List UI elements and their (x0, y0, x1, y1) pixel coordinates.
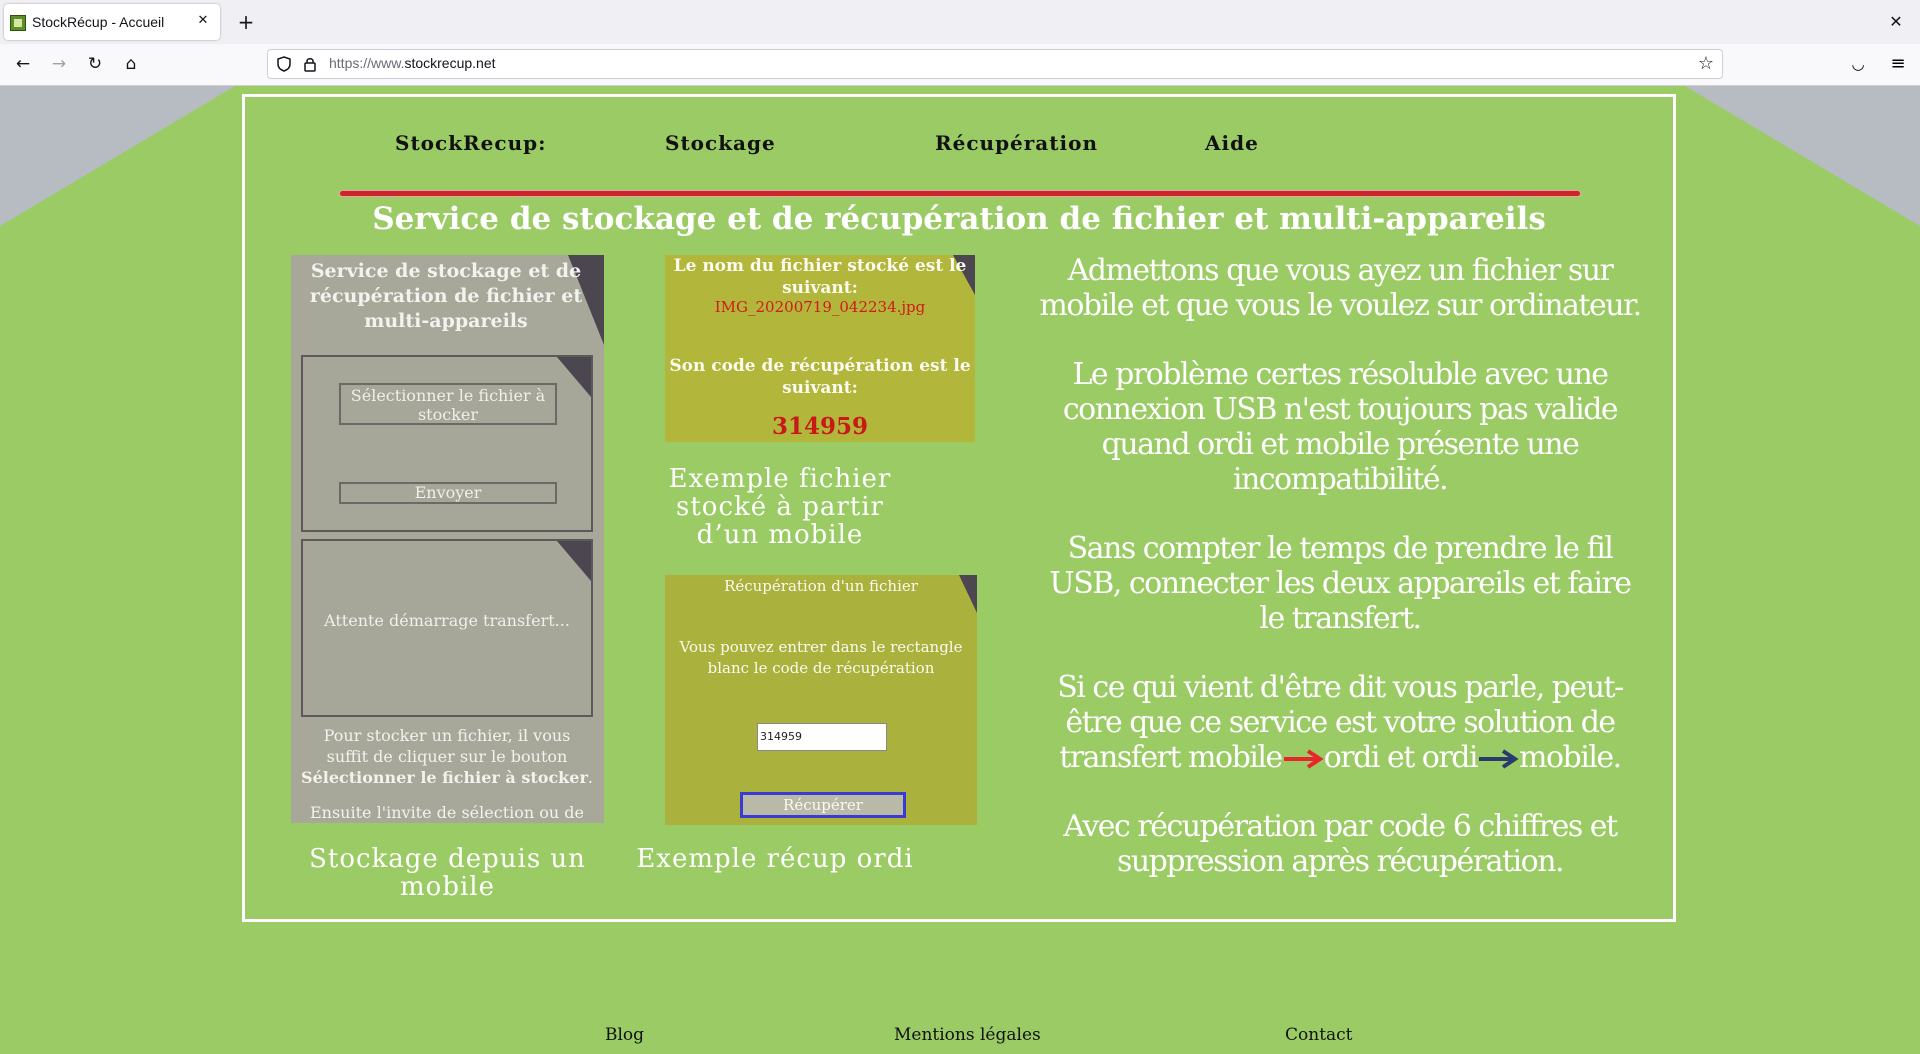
explanation-text: Admettons que vous ayez un fichier sur m… (1035, 253, 1645, 913)
new-tab-icon[interactable]: + (232, 8, 260, 36)
url-prefix: https://www. (329, 55, 405, 71)
explain-paragraph-3: Sans compter le temps de prendre le fil … (1049, 531, 1632, 636)
mobile-transfer-box: Attente démarrage transfert... (301, 539, 593, 717)
bookmark-star-icon[interactable]: ☆ (1698, 53, 1714, 74)
background-corner-left (0, 86, 235, 226)
header-divider (340, 191, 1580, 196)
shield-icon[interactable] (277, 56, 291, 72)
url-text: https://www.stockrecup.net (329, 55, 496, 71)
window-close-icon[interactable]: ✕ (1882, 8, 1910, 36)
explain-paragraph-1: Admettons que vous ayez un fichier sur m… (1039, 253, 1642, 323)
page-content: StockRecup: Stockage Récupération Aide S… (0, 86, 1920, 1054)
main-frame: StockRecup: Stockage Récupération Aide S… (242, 94, 1676, 922)
caption-stored-example: Exemple fichier stocké à partir d’un mob… (668, 464, 892, 550)
explain-paragraph-4: Si ce qui vient d'être dit vous parle, p… (1035, 670, 1645, 775)
mobile-help-sentence: Pour stocker un fichier, il vous suffit … (323, 726, 571, 766)
url-domain: stockrecup.net (404, 55, 496, 71)
pocket-icon[interactable]: ◡ (1844, 50, 1872, 78)
home-icon[interactable]: ⌂ (117, 50, 145, 78)
url-bar[interactable]: https://www.stockrecup.net ☆ (267, 49, 1723, 79)
navigation-toolbar: ← → ↻ ⌂ https://www.stockrecup.net ☆ ◡ ≡ (0, 44, 1920, 86)
stored-file-screenshot: Le nom du fichier stocké est le suivant:… (665, 255, 975, 442)
explain-paragraph-2: Le problème certes résoluble avec une co… (1062, 357, 1619, 497)
mobile-select-file-button: Sélectionner le fichier à stocker (339, 383, 557, 425)
nav-link-brand[interactable]: StockRecup: (395, 131, 547, 155)
recovery-screen-info: Vous pouvez entrer dans le rectangle bla… (679, 638, 963, 677)
forward-arrow-icon[interactable]: → (45, 50, 73, 78)
recovery-screen-title: Récupération d'un fichier (724, 577, 918, 595)
back-arrow-icon[interactable]: ← (9, 50, 37, 78)
recovery-button: Récupérer (740, 792, 906, 818)
reload-icon[interactable]: ↻ (81, 50, 109, 78)
stored-code-label: Son code de récupération est le suivant: (669, 356, 971, 398)
background-corner-right (1685, 86, 1920, 226)
recovery-screenshot: Récupération d'un fichier Vous pouvez en… (665, 575, 977, 825)
blue-arrow-icon (1479, 749, 1519, 769)
nav-link-recovery[interactable]: Récupération (935, 131, 1098, 155)
caption-recovery-example: Exemple récup ordi (636, 844, 914, 874)
footer-link-contact[interactable]: Contact (1285, 1025, 1353, 1045)
lock-icon[interactable] (303, 56, 317, 72)
tab-active[interactable]: StockRécup - Accueil ✕ (4, 4, 220, 40)
page-title: Service de stockage et de récupération d… (372, 201, 1546, 237)
tab-title: StockRécup - Accueil (32, 14, 165, 30)
tab-close-icon[interactable]: ✕ (192, 10, 214, 32)
red-arrow-icon (1283, 749, 1324, 769)
mobile-screen-title: Service de stockage et de récupération d… (309, 260, 583, 332)
stored-file-name-label: Le nom du fichier stocké est le suivant: (673, 256, 967, 298)
mobile-help-bold: Sélectionner le fichier à stocker (301, 768, 588, 787)
nav-link-storage[interactable]: Stockage (665, 131, 776, 155)
mobile-storage-screenshot: Service de stockage et de récupération d… (291, 255, 604, 823)
mobile-help-text-cut: Ensuite l'invite de sélection ou de (309, 803, 584, 822)
box-corner (557, 357, 591, 397)
footer-link-blog[interactable]: Blog (605, 1025, 644, 1045)
mobile-send-button: Envoyer (339, 482, 557, 504)
mobile-help-text: Pour stocker un fichier, il vous suffit … (301, 725, 593, 788)
mobile-waiting-text: Attente démarrage transfert... (324, 611, 570, 630)
recovery-code-input: 314959 (757, 723, 887, 751)
mobile-upload-box: Sélectionner le fichier à stocker Envoye… (301, 355, 593, 532)
tab-bar: StockRécup - Accueil ✕ + ✕ (0, 0, 1920, 44)
explain-p4-mid: ordi et ordi (1323, 740, 1479, 775)
site-favicon-icon (10, 15, 26, 31)
nav-link-help[interactable]: Aide (1205, 131, 1259, 155)
hamburger-menu-icon[interactable]: ≡ (1884, 50, 1912, 78)
stored-recovery-code: 314959 (771, 413, 869, 440)
mobile-help-end: . (587, 768, 593, 787)
caption-mobile-storage: Stockage depuis un mobile (309, 844, 586, 902)
box-corner (557, 541, 591, 581)
explain-paragraph-5: Avec récupération par code 6 chiffres et… (1063, 809, 1618, 879)
footer-link-legal[interactable]: Mentions légales (894, 1025, 1041, 1045)
stored-file-name: IMG_20200719_042234.jpg (714, 298, 926, 316)
explain-p4-end: mobile. (1519, 740, 1622, 775)
